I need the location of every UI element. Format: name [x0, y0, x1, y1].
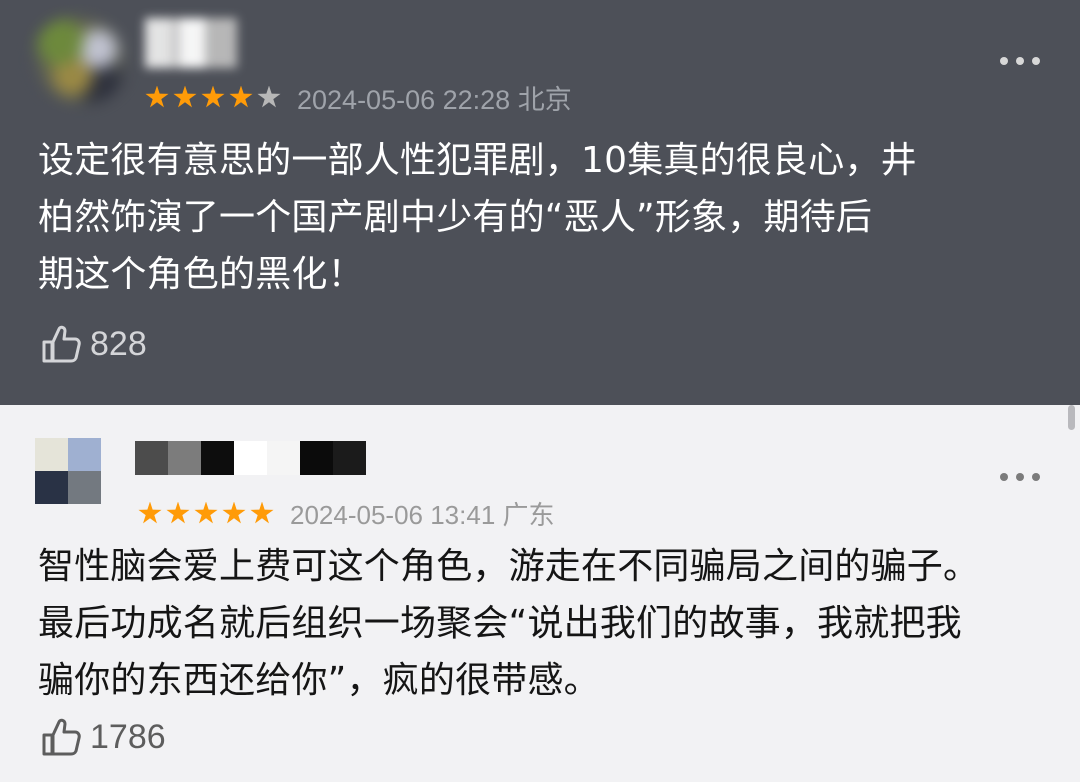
- avatar-pixel: [35, 471, 68, 504]
- rating-row: 2024-05-06 13:41 广东: [138, 495, 555, 532]
- name-pixel: [201, 441, 234, 475]
- more-icon[interactable]: [1000, 56, 1040, 66]
- star-icon: [229, 85, 253, 108]
- name-pixel: [267, 441, 300, 475]
- name-pixel: [168, 441, 201, 475]
- dot-icon: [1000, 57, 1008, 65]
- star-icon: [145, 85, 169, 108]
- name-pixel: [234, 441, 267, 475]
- review-meta: 2024-05-06 13:41 广东: [290, 495, 555, 532]
- dot-icon: [1032, 473, 1040, 481]
- name-pixel: [333, 441, 366, 475]
- star-icon: [194, 501, 218, 524]
- dot-icon: [1032, 57, 1040, 65]
- username-blurred[interactable]: [145, 18, 237, 68]
- star-icon: [250, 501, 274, 524]
- dot-icon: [1000, 473, 1008, 481]
- like-count: 828: [90, 324, 147, 363]
- review-card-1: 2024-05-06 22:28 北京 设定很有意思的一部人性犯罪剧，10集真的…: [0, 0, 1080, 405]
- star-icon: [138, 501, 162, 524]
- user-avatar-mosaic[interactable]: [35, 438, 101, 504]
- review-datetime: 2024-05-06 22:28: [297, 85, 511, 115]
- star-icon: [201, 85, 225, 108]
- dot-icon: [1016, 473, 1024, 481]
- review-datetime: 2024-05-06 13:41: [290, 500, 496, 530]
- avatar-pixel: [68, 471, 101, 504]
- username-mosaic[interactable]: [135, 441, 366, 475]
- thumbs-up-icon: [42, 325, 81, 363]
- avatar-pixel: [35, 438, 68, 471]
- star-icon: [173, 85, 197, 108]
- review-meta: 2024-05-06 22:28 北京: [297, 78, 572, 117]
- avatar-pixel: [68, 438, 101, 471]
- like-count: 1786: [90, 717, 166, 756]
- name-pixel: [300, 441, 333, 475]
- like-button[interactable]: 1786: [40, 715, 166, 759]
- thumbs-up-icon: [42, 718, 81, 756]
- review-location: 北京: [517, 85, 572, 115]
- scrollbar[interactable]: [1068, 405, 1075, 430]
- review-location: 广东: [502, 500, 555, 530]
- name-pixel: [135, 441, 168, 475]
- star-icon: [222, 501, 246, 524]
- review-text: 智性脑会爱上费可这个角色，游走在不同骗局之间的骗子。 最后功成名就后组织一场聚会…: [38, 546, 980, 701]
- dot-icon: [1016, 57, 1024, 65]
- more-icon[interactable]: [1000, 472, 1040, 482]
- user-avatar-blurred[interactable]: [30, 14, 130, 106]
- like-button[interactable]: 828: [40, 322, 147, 366]
- star-icon: [166, 501, 190, 524]
- review-text: 设定很有意思的一部人性犯罪剧，10集真的很良心，井 柏然饰演了一个国产剧中少有的…: [38, 140, 917, 295]
- review-card-2: 2024-05-06 13:41 广东 智性脑会爱上费可这个角色，游走在不同骗局…: [0, 405, 1080, 782]
- rating-row: 2024-05-06 22:28 北京: [145, 78, 572, 117]
- star-empty-icon: [257, 85, 281, 108]
